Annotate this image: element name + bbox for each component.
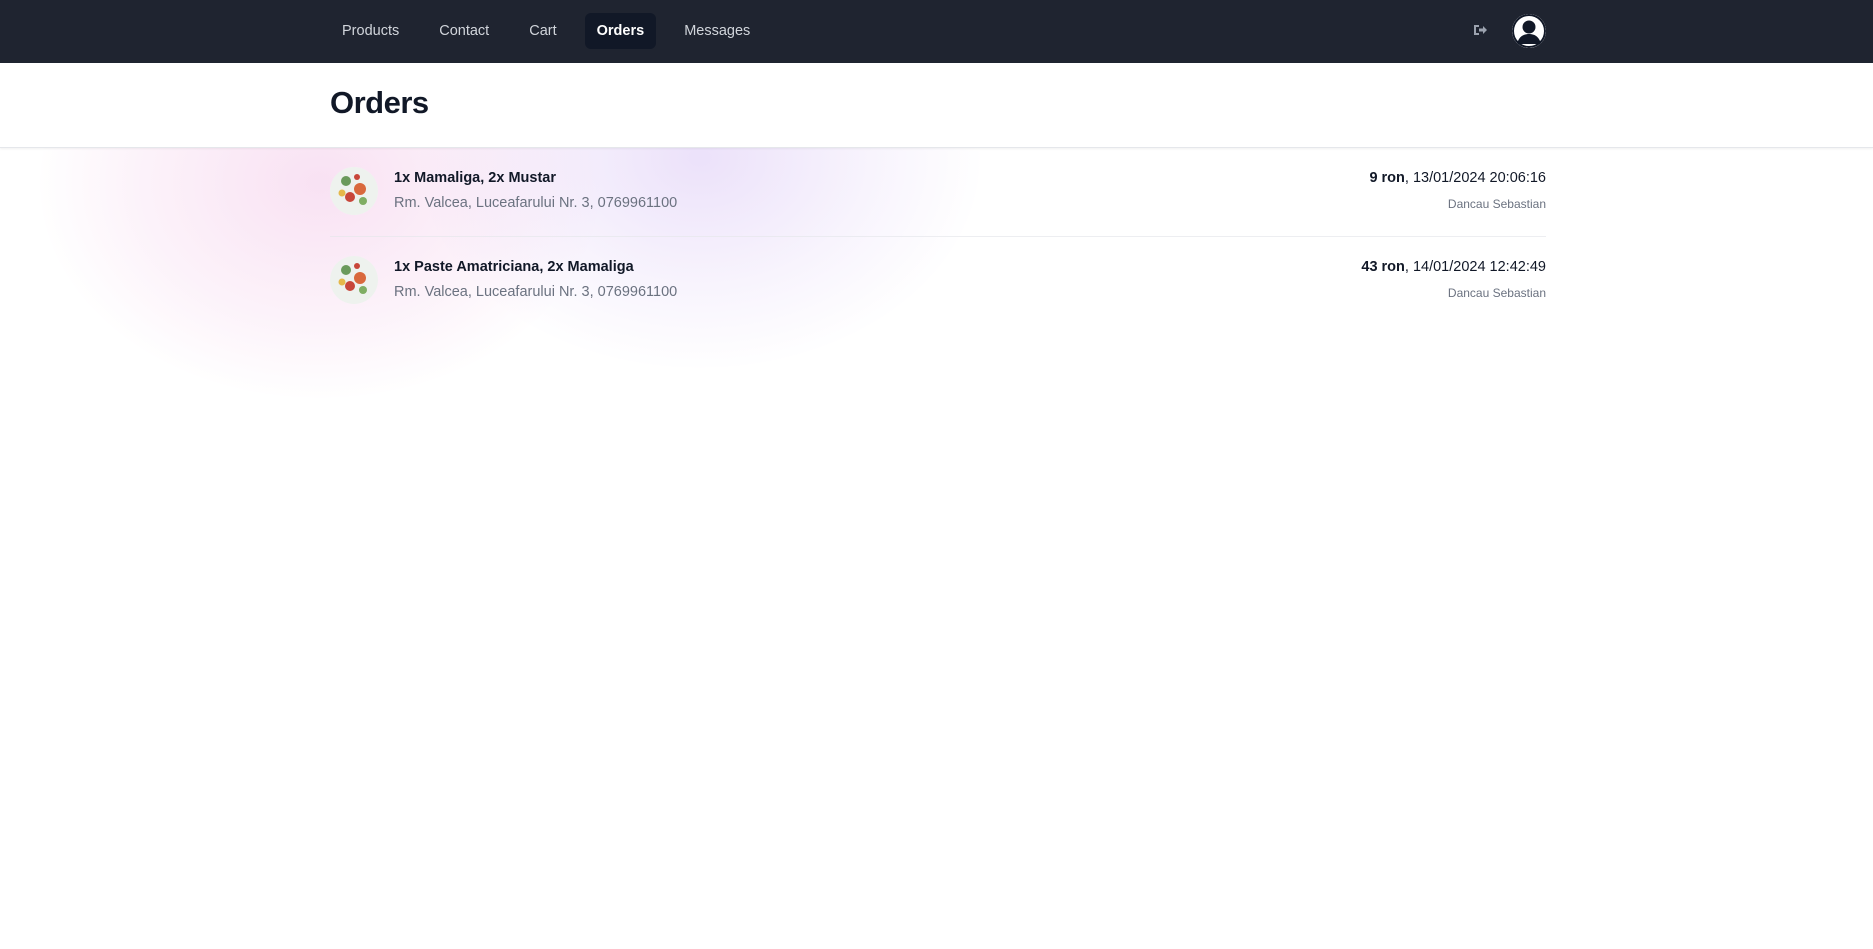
order-datetime: 13/01/2024 20:06:16 — [1412, 170, 1546, 186]
order-price: 43 ron — [1361, 259, 1405, 275]
order-thumbnail-image — [330, 167, 378, 215]
nav-links: Products Contact Cart Orders Messages — [330, 13, 762, 49]
order-items: 1x Mamaliga, 2x Mustar — [394, 170, 556, 186]
top-navbar: Products Contact Cart Orders Messages — [0, 0, 1873, 63]
page-title: Orders — [330, 85, 429, 120]
order-thumbnail-image — [330, 256, 378, 304]
nav-link-cart[interactable]: Cart — [517, 13, 568, 49]
order-price-date: 43 ron, 14/01/2024 12:42:49 — [1361, 259, 1546, 275]
order-address: Rm. Valcea, Luceafarului Nr. 3, 07699611… — [394, 195, 678, 211]
food-image-icon — [330, 167, 378, 215]
order-datetime: 14/01/2024 12:42:49 — [1412, 259, 1546, 275]
logout-icon[interactable] — [1472, 22, 1488, 38]
nav-link-orders[interactable]: Orders — [584, 13, 657, 49]
order-row[interactable]: 1x Paste Amatriciana, 2x Mamaliga Rm. Va… — [330, 237, 1546, 325]
nav-link-contact[interactable]: Contact — [427, 13, 501, 49]
user-avatar[interactable] — [1512, 14, 1546, 48]
order-price: 9 ron — [1369, 170, 1405, 186]
order-customer: Dancau Sebastian — [1447, 286, 1546, 300]
orders-list: 1x Mamaliga, 2x Mustar Rm. Valcea, Lucea… — [330, 148, 1546, 325]
order-row[interactable]: 1x Mamaliga, 2x Mustar Rm. Valcea, Lucea… — [330, 148, 1546, 237]
user-avatar-icon — [1512, 14, 1546, 48]
order-items: 1x Paste Amatriciana, 2x Mamaliga — [394, 259, 634, 275]
order-price-date: 9 ron, 13/01/2024 20:06:16 — [1369, 170, 1546, 186]
logout-icon-svg — [1474, 25, 1487, 35]
page-header: Orders — [0, 63, 1873, 148]
nav-link-messages[interactable]: Messages — [672, 13, 762, 49]
food-image-icon — [330, 256, 378, 304]
nav-link-products[interactable]: Products — [330, 13, 411, 49]
order-address: Rm. Valcea, Luceafarului Nr. 3, 07699611… — [394, 284, 678, 300]
order-customer: Dancau Sebastian — [1447, 197, 1546, 211]
navbar-inner: Products Contact Cart Orders Messages — [330, 0, 1546, 63]
